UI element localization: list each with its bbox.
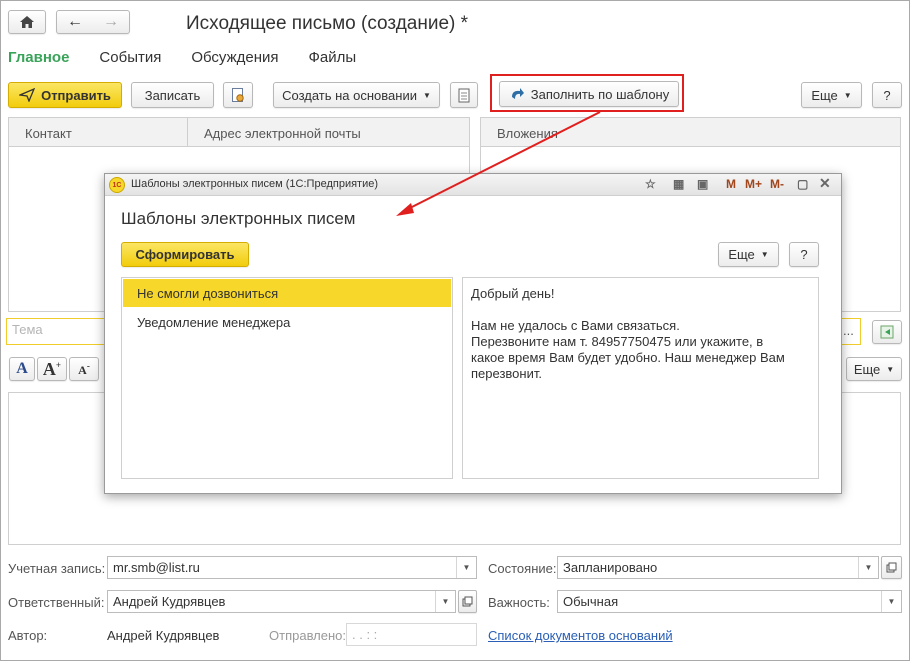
- annotation-arrow-line: [401, 111, 601, 213]
- annotation-arrow: [396, 111, 601, 216]
- annotation-arrow-head: [396, 203, 414, 216]
